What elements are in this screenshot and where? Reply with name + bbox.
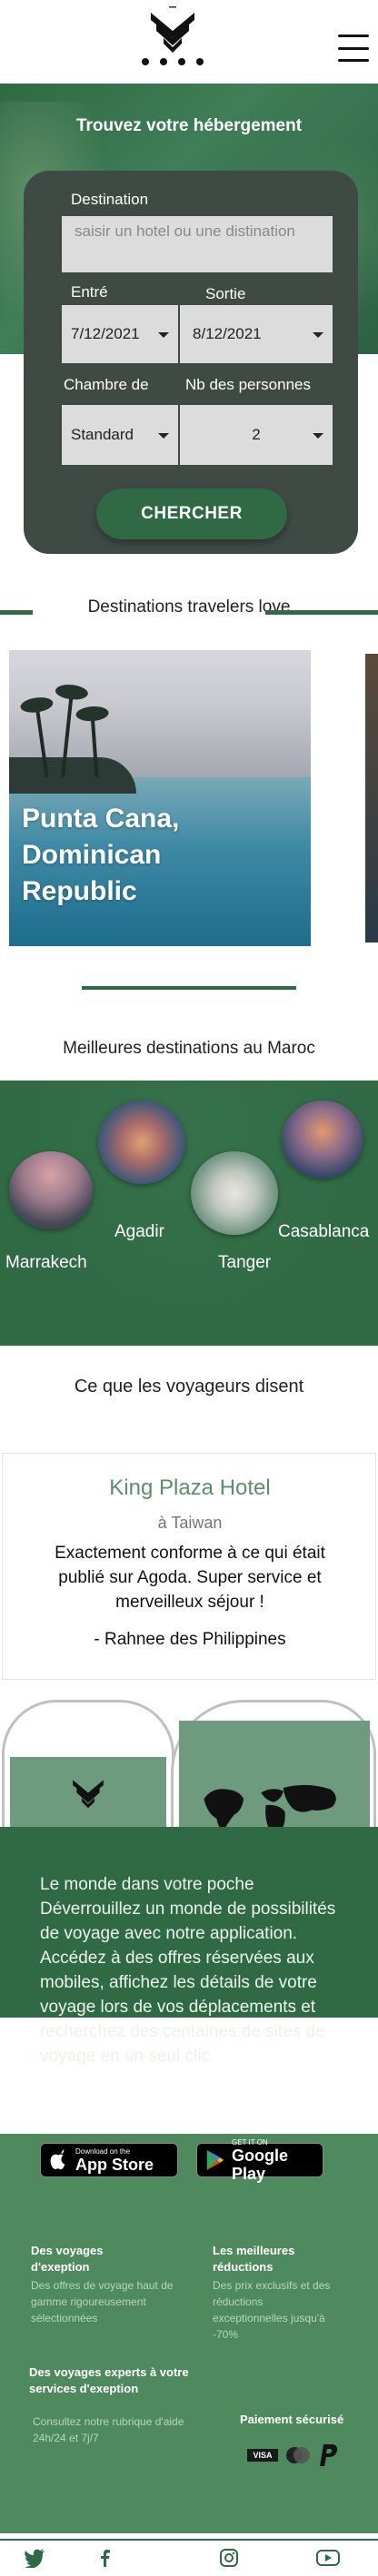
checkin-label: Entré bbox=[71, 283, 108, 301]
search-button[interactable]: CHERCHER bbox=[96, 489, 287, 539]
hero-section: Trouvez votre hébergement Destination sa… bbox=[0, 84, 378, 556]
testimonials-heading: Ce que les voyageurs disent bbox=[74, 1377, 304, 1397]
city-image-casablanca[interactable] bbox=[282, 1100, 363, 1179]
checkin-date-select[interactable]: 7/12/2021 bbox=[62, 305, 178, 363]
destination-card[interactable]: Punta Cana, Dominican Republic bbox=[9, 650, 311, 946]
testimonial-quote: Exactement conforme à ce qui était publi… bbox=[55, 1544, 325, 1612]
hero-title: Trouvez votre hébergement bbox=[75, 116, 303, 135]
checkout-date-select[interactable]: 8/12/2021 bbox=[180, 305, 333, 363]
app-store-big-text: App Store bbox=[75, 2155, 154, 2174]
room-label: Chambre de bbox=[64, 376, 149, 393]
chevron-down-icon bbox=[158, 433, 169, 439]
city-label-agadir[interactable]: Agadir bbox=[114, 1222, 164, 1242]
morocco-heading: Meilleures destinations au Maroc bbox=[63, 1039, 315, 1058]
google-play-icon bbox=[206, 2150, 224, 2170]
chevron-down-icon bbox=[313, 332, 323, 338]
hamburger-menu-icon[interactable] bbox=[338, 35, 369, 62]
google-play-button[interactable]: GET IT ON Google Play bbox=[196, 2138, 323, 2183]
persons-value: 2 bbox=[252, 426, 261, 443]
testimonial-location: à Taiwan bbox=[157, 1514, 223, 1532]
youtube-icon[interactable] bbox=[316, 2548, 340, 2568]
city-label-casablanca[interactable]: Casablanca bbox=[278, 1222, 369, 1242]
twitter-icon[interactable] bbox=[24, 2548, 45, 2568]
city-label-tanger[interactable]: Tanger bbox=[218, 1253, 271, 1273]
destination-label: Destination bbox=[71, 191, 149, 208]
search-form: Destination saisir un hotel ou une disti… bbox=[24, 171, 358, 554]
chevron-down-icon bbox=[313, 433, 323, 439]
destination-card-caption: Punta Cana, Dominican Republic bbox=[22, 804, 180, 906]
apple-icon bbox=[50, 2149, 65, 2170]
morocco-destinations: Marrakech Agadir Tanger Casablanca bbox=[0, 1081, 378, 1346]
google-play-small-text: GET IT ON bbox=[232, 2137, 268, 2147]
mobile-app-section: Le monde dans votre poche Déverrouillez … bbox=[0, 1700, 378, 2136]
footer-col3-text[interactable]: Consultez notre rubrique d'aide 24h/24 e… bbox=[33, 2413, 214, 2446]
app-store-small-text: Download on the bbox=[75, 2147, 131, 2156]
testimonial-hotel[interactable]: King Plaza Hotel bbox=[3, 1476, 377, 1501]
testimonial-card: King Plaza Hotel à Taiwan Exactement con… bbox=[2, 1453, 376, 1680]
instagram-icon[interactable] bbox=[218, 2548, 240, 2568]
facebook-icon[interactable] bbox=[94, 2548, 116, 2568]
checkin-date-value: 7/12/2021 bbox=[71, 325, 140, 342]
site-header bbox=[0, 0, 378, 84]
persons-label: Nb des personnes bbox=[185, 376, 311, 393]
agoda-style-logo[interactable] bbox=[136, 5, 209, 71]
city-image-tanger[interactable] bbox=[191, 1151, 278, 1235]
room-type-value: Standard bbox=[71, 426, 134, 443]
section-divider bbox=[82, 986, 296, 990]
next-destination-card[interactable] bbox=[365, 654, 378, 943]
city-label-marrakech[interactable]: Marrakech bbox=[5, 1253, 87, 1273]
checkout-label: Sortie bbox=[205, 285, 246, 302]
footer-col2-title: Les meilleures réductions bbox=[213, 2244, 295, 2274]
paypal-icon bbox=[318, 2443, 340, 2468]
city-image-agadir[interactable] bbox=[98, 1100, 185, 1184]
footer-col4-title: Paiement sécurisé bbox=[240, 2413, 344, 2426]
persons-select[interactable]: 2 bbox=[180, 405, 333, 465]
app-promo-text: Le monde dans votre poche Déverrouillez … bbox=[40, 1875, 336, 2066]
room-type-select[interactable]: Standard bbox=[62, 405, 178, 465]
visa-icon: VISA bbox=[247, 2449, 278, 2462]
heading-line-right bbox=[265, 610, 378, 615]
testimonial-author: - Rahnee des Philippines bbox=[94, 1630, 286, 1649]
footer-col2-text: Des prix exclusifs et des réductions exc… bbox=[213, 2279, 331, 2341]
footer-col1-text: Des offres de voyage haut de gamme rigou… bbox=[31, 2279, 174, 2324]
city-image-marrakech[interactable] bbox=[9, 1151, 93, 1229]
app-store-button[interactable]: Download on the App Store bbox=[40, 2143, 178, 2177]
payment-icons: VISA bbox=[247, 2443, 340, 2468]
chevron-down-icon bbox=[158, 332, 169, 338]
checkout-date-value: 8/12/2021 bbox=[193, 325, 262, 342]
app-logo-icon bbox=[73, 1780, 104, 1809]
destination-input[interactable]: saisir un hotel ou une distination bbox=[62, 216, 333, 272]
mastercard-icon bbox=[284, 2446, 313, 2464]
footer-col1-title: Des voyages d'exeption bbox=[31, 2244, 104, 2274]
google-play-big-text: Google Play bbox=[232, 2146, 288, 2183]
footer-col3-title: Des voyages experts à votre services d'e… bbox=[29, 2365, 189, 2395]
